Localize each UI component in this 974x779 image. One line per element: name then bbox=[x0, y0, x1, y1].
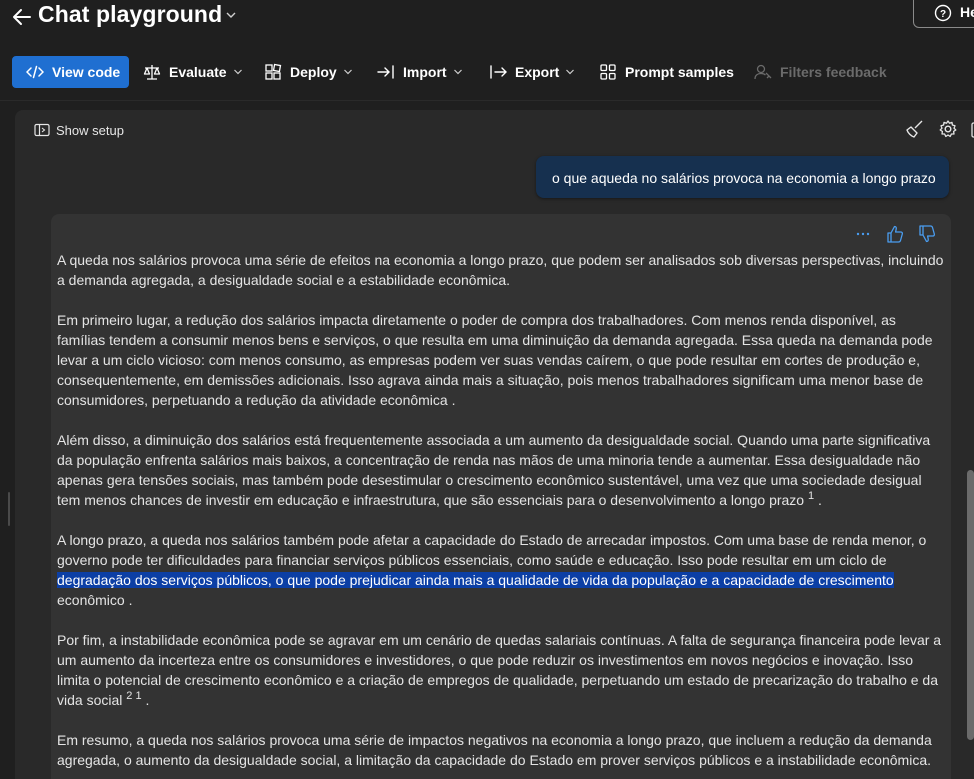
help-button[interactable]: ? He bbox=[913, 0, 974, 28]
prompt-samples-button[interactable]: Prompt samples bbox=[599, 56, 734, 88]
paragraph-text: Por fim, a instabilidade econômica pode … bbox=[57, 632, 942, 708]
back-arrow-icon[interactable] bbox=[10, 2, 32, 30]
response-text: A queda nos salários provoca uma série d… bbox=[57, 250, 947, 779]
import-icon bbox=[377, 65, 394, 79]
thumbs-up-icon[interactable] bbox=[886, 224, 904, 244]
svg-text:?: ? bbox=[940, 9, 946, 20]
paragraph-end: . bbox=[145, 692, 150, 708]
prompt-samples-label: Prompt samples bbox=[625, 64, 734, 80]
panel-edge-icon[interactable] bbox=[966, 122, 974, 138]
response-paragraph: A longo prazo, a queda nos salários tamb… bbox=[57, 530, 947, 610]
view-code-button[interactable]: View code bbox=[12, 56, 129, 88]
export-icon bbox=[490, 65, 507, 79]
chevron-down-icon[interactable] bbox=[225, 10, 237, 20]
response-paragraph: Em primeiro lugar, a redução dos salário… bbox=[57, 312, 933, 408]
code-icon bbox=[26, 65, 44, 79]
export-label: Export bbox=[515, 64, 560, 80]
paragraph-text: Além disso, a diminuição dos salários es… bbox=[57, 432, 931, 508]
grid-icon bbox=[600, 64, 616, 80]
response-paragraph: A queda nos salários provoca uma série d… bbox=[57, 252, 944, 288]
clear-chat-icon[interactable] bbox=[905, 119, 925, 139]
page-header: Chat playground ? He bbox=[0, 0, 974, 40]
response-paragraph: Em resumo, a queda nos salários provoca … bbox=[57, 732, 932, 768]
evaluate-button[interactable]: Evaluate bbox=[143, 56, 243, 88]
chevron-down-icon bbox=[566, 69, 575, 75]
help-label: He bbox=[960, 4, 974, 20]
help-icon: ? bbox=[934, 4, 952, 22]
cube-icon bbox=[265, 63, 282, 80]
deploy-label: Deploy bbox=[290, 64, 337, 80]
thumbs-down-icon[interactable] bbox=[918, 224, 936, 244]
chevron-down-icon bbox=[233, 69, 242, 75]
chat-playground-page: Chat playground ? He View code Evaluate bbox=[0, 0, 974, 779]
citation-reference[interactable]: 1 bbox=[808, 490, 814, 502]
export-button[interactable]: Export bbox=[489, 56, 575, 88]
import-label: Import bbox=[403, 64, 447, 80]
gear-icon[interactable] bbox=[938, 119, 958, 139]
page-title: Chat playground bbox=[38, 1, 223, 27]
paragraph-text: A longo prazo, a queda nos salários tamb… bbox=[57, 532, 927, 568]
deploy-button[interactable]: Deploy bbox=[264, 56, 353, 88]
show-setup-label: Show setup bbox=[56, 122, 124, 138]
more-options-icon[interactable] bbox=[854, 226, 872, 242]
citation-reference[interactable]: 2 1 bbox=[126, 690, 141, 702]
chevron-down-icon bbox=[453, 69, 462, 75]
user-message: o que aqueda no salários provoca na econ… bbox=[536, 156, 949, 198]
resize-handle[interactable] bbox=[8, 492, 13, 526]
feedback-icon bbox=[754, 64, 772, 80]
divider bbox=[0, 100, 974, 101]
filters-feedback-button[interactable]: Filters feedback bbox=[754, 56, 887, 88]
evaluate-label: Evaluate bbox=[169, 64, 227, 80]
scrollbar-thumb[interactable] bbox=[967, 470, 974, 740]
paragraph-end: . bbox=[818, 492, 822, 508]
response-paragraph: Além disso, a diminuição dos salários es… bbox=[57, 430, 947, 510]
toolbar: View code Evaluate Deploy Import Export … bbox=[0, 50, 974, 94]
panel-icon bbox=[34, 123, 50, 137]
filters-feedback-label: Filters feedback bbox=[780, 64, 887, 80]
chevron-down-icon bbox=[343, 69, 352, 75]
import-button[interactable]: Import bbox=[377, 56, 463, 88]
response-paragraph: Por fim, a instabilidade econômica pode … bbox=[57, 630, 947, 710]
selected-text: degradação dos serviços públicos, o que … bbox=[57, 572, 894, 588]
show-setup-button[interactable]: Show setup bbox=[34, 121, 124, 139]
scale-icon bbox=[143, 65, 161, 80]
view-code-label: View code bbox=[52, 64, 121, 80]
paragraph-text: econômico . bbox=[57, 592, 133, 608]
